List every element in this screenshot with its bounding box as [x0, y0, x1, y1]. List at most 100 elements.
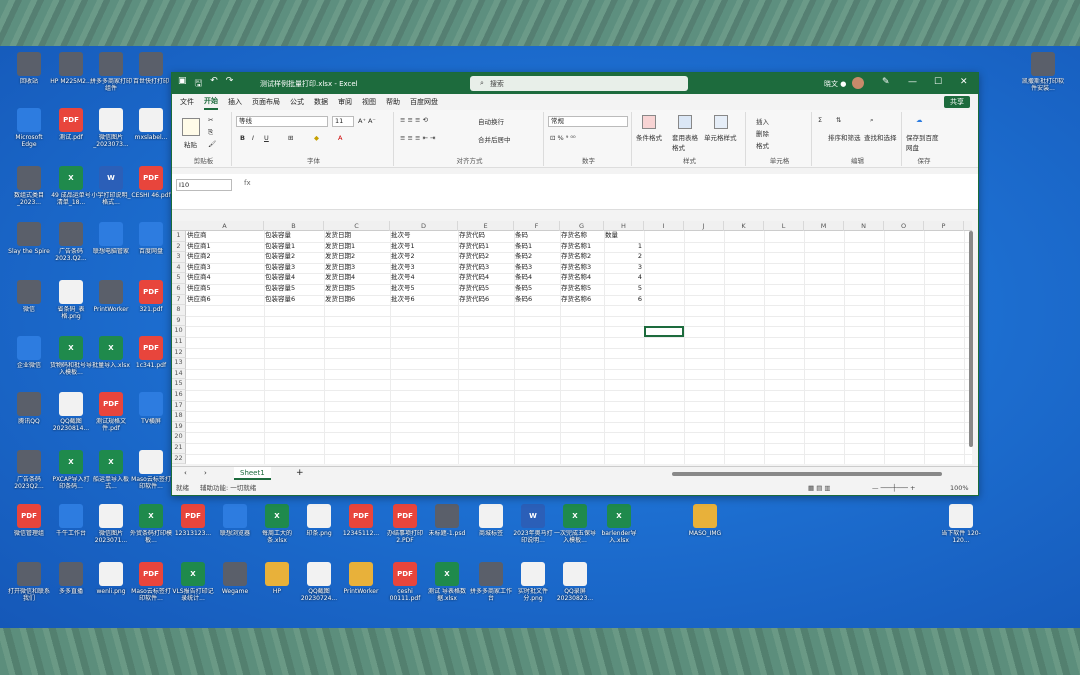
table-cell[interactable]: 条码1	[514, 242, 560, 252]
column-header[interactable]: J	[684, 221, 724, 231]
table-cell[interactable]: 存货名称5	[560, 284, 604, 294]
row-header[interactable]: 8	[172, 305, 186, 316]
desktop-icon[interactable]: 印条.png	[298, 504, 340, 537]
table-cell[interactable]: 条码3	[514, 263, 560, 273]
table-cell[interactable]: 包装容量4	[264, 273, 324, 283]
copy-icon[interactable]: ⎘	[208, 128, 213, 137]
table-cell[interactable]: 存货代码2	[458, 252, 514, 262]
autosave-icon[interactable]: ▣	[178, 76, 187, 92]
pen-icon[interactable]: ✎	[882, 77, 890, 87]
number-format-select[interactable]: 常规	[548, 116, 628, 127]
row-header[interactable]: 7	[172, 294, 186, 306]
table-cell[interactable]: 存货代码1	[458, 242, 514, 252]
desktop-icon[interactable]: HP	[256, 562, 298, 595]
table-cell[interactable]: 包装容量6	[264, 295, 324, 305]
desktop-icon[interactable]: 数组式类目_2023...	[8, 166, 50, 206]
desktop-icon[interactable]: X VLS报告打印记录统计...	[172, 562, 214, 602]
desktop-icon[interactable]: PDF 测试.pdf	[50, 108, 92, 141]
table-cell[interactable]: 供应商5	[186, 284, 264, 294]
add-sheet-button[interactable]: +	[296, 468, 304, 478]
desktop-icon[interactable]: 商城标签	[470, 504, 512, 537]
cell-style-icon[interactable]	[714, 115, 728, 129]
table-cell[interactable]: 发货日期1	[324, 242, 390, 252]
desktop-icon[interactable]: 千牛工作台	[50, 504, 92, 537]
table-cell[interactable]: 批次号4	[390, 273, 458, 283]
align-left-icons[interactable]: ≡ ≡ ≡ ⇤ ⇥	[400, 134, 436, 142]
baidu-cloud-icon[interactable]: ☁	[916, 116, 923, 124]
desktop-icon[interactable]: 未标题-1.psd	[426, 504, 468, 537]
tab-data[interactable]: 数据	[314, 95, 328, 109]
table-cell[interactable]: 批次号	[390, 231, 458, 241]
row-header[interactable]: 18	[172, 411, 186, 422]
desktop-icon[interactable]: X 货物码和批号导入模板...	[50, 336, 92, 376]
table-cell[interactable]: 存货代码5	[458, 284, 514, 294]
desktop-icon[interactable]: 回收站	[8, 52, 50, 85]
desktop-icon[interactable]: 微信图片 2023071...	[90, 504, 132, 544]
column-header[interactable]: A	[186, 221, 264, 231]
border-icon[interactable]: ⊞	[288, 134, 293, 142]
sort-filter-icon[interactable]: ⇅	[836, 116, 841, 124]
align-top-icons[interactable]: ≡ ≡ ≡ ⟲	[400, 116, 428, 124]
desktop-icon[interactable]: 广告条码 2023.Q2...	[50, 222, 92, 262]
column-header[interactable]: B	[264, 221, 324, 231]
autosum-icon[interactable]: Σ	[818, 116, 822, 124]
desktop-icon[interactable]: TV横屏	[130, 392, 172, 425]
table-cell[interactable]: 4	[604, 273, 644, 283]
desktop-icon[interactable]: X 每周工大的条.xlsx	[256, 504, 298, 544]
underline-button[interactable]: U	[264, 134, 269, 142]
prev-sheet-icon[interactable]: ‹	[184, 469, 187, 477]
row-header[interactable]: 4	[172, 262, 186, 274]
desktop-icon[interactable]: 广告条码 2023Q2...	[8, 450, 50, 490]
tab-help[interactable]: 帮助	[386, 95, 400, 109]
row-header[interactable]: 20	[172, 432, 186, 443]
column-header[interactable]: E	[458, 221, 514, 231]
cut-icon[interactable]: ✂	[208, 116, 213, 124]
desktop-icon[interactable]: 微信	[8, 280, 50, 313]
desktop-icon[interactable]: 省条码_表格.png	[50, 280, 92, 320]
row-header[interactable]: 19	[172, 421, 186, 433]
table-format-icon[interactable]	[678, 115, 692, 129]
table-cell[interactable]: 条码6	[514, 295, 560, 305]
table-cell[interactable]: 包装容量	[264, 231, 324, 241]
desktop-icon[interactable]: 企业微信	[8, 336, 50, 369]
tab-page-layout[interactable]: 页面布局	[252, 95, 280, 109]
desktop-icon[interactable]: PDF 微信管理组	[8, 504, 50, 537]
row-header[interactable]: 11	[172, 337, 186, 348]
find-icon[interactable]: ⌕	[870, 116, 874, 125]
table-cell[interactable]: 批次号1	[390, 242, 458, 252]
table-cell[interactable]: 6	[604, 295, 644, 305]
next-sheet-icon[interactable]: ›	[204, 469, 207, 477]
table-cell[interactable]: 发货日期5	[324, 284, 390, 294]
grow-font-icon[interactable]: A⁺ A⁻	[358, 117, 376, 125]
desktop-icon[interactable]: X 测试 导表格数据.xlsx	[426, 562, 468, 602]
italic-button[interactable]: I	[252, 134, 254, 142]
table-cell[interactable]: 条码	[514, 231, 560, 241]
wrap-text-button[interactable]: 自动换行	[478, 116, 504, 126]
table-cell[interactable]: 包装容量3	[264, 263, 324, 273]
column-header[interactable]: G	[560, 221, 604, 231]
table-cell[interactable]: 存货名称2	[560, 252, 604, 262]
desktop-icon[interactable]: PDF 12313123...	[172, 504, 214, 537]
column-header[interactable]: H	[604, 221, 644, 231]
redo-icon[interactable]: ↷	[226, 76, 234, 92]
font-name-select[interactable]: 等线	[236, 116, 328, 127]
table-cell[interactable]: 发货日期2	[324, 252, 390, 262]
tab-home[interactable]: 开始	[204, 94, 218, 110]
table-cell[interactable]: 批次号6	[390, 295, 458, 305]
table-cell[interactable]: 批次号5	[390, 284, 458, 294]
desktop-icon[interactable]: Wegame	[214, 562, 256, 595]
table-cell[interactable]: 供应商2	[186, 252, 264, 262]
desktop-icon[interactable]: mxslabel...	[130, 108, 172, 141]
table-cell[interactable]: 发货日期	[324, 231, 390, 241]
desktop-icon[interactable]: PDF 12345112...	[340, 504, 382, 537]
column-header[interactable]: K	[724, 221, 764, 231]
merge-center-button[interactable]: 合并后居中	[478, 134, 511, 144]
table-cell[interactable]: 5	[604, 284, 644, 294]
desktop-icon[interactable]: PrintWorker	[340, 562, 382, 595]
insert-button[interactable]: 插入	[756, 116, 769, 126]
table-cell[interactable]: 供应商6	[186, 295, 264, 305]
name-box[interactable]: I10	[176, 179, 232, 191]
sheet-tab-sheet1[interactable]: Sheet1	[234, 467, 271, 480]
search-input[interactable]: ⌕ 搜索	[470, 76, 688, 91]
column-header[interactable]: M	[804, 221, 844, 231]
